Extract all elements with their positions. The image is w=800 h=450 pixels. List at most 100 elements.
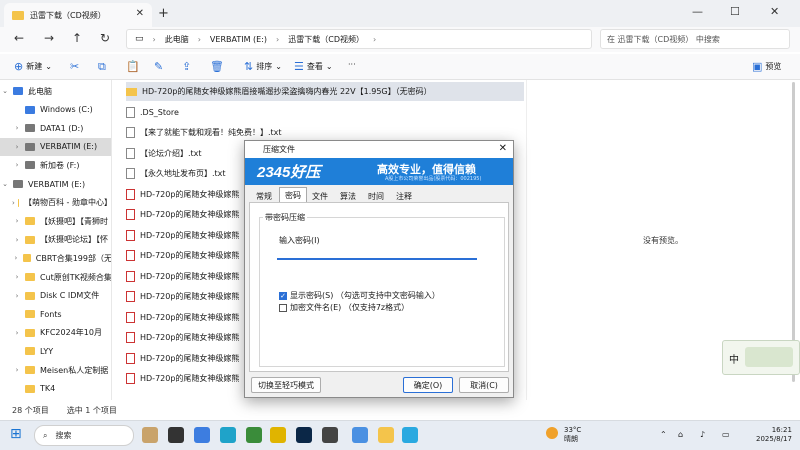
- widget-image: [745, 347, 793, 367]
- breadcrumb-drive[interactable]: VERBATIM (E:): [210, 35, 267, 44]
- sidebar-item[interactable]: › 【妖摄吧】【青狮时: [0, 212, 111, 230]
- simple-mode-button[interactable]: 切换至轻巧模式: [251, 377, 321, 393]
- new-tab-button[interactable]: +: [158, 6, 169, 21]
- item-count: 28 个项目: [12, 405, 49, 415]
- clock[interactable]: 16:21 2025/8/17: [756, 426, 792, 444]
- dialog-tab[interactable]: 密码: [279, 187, 307, 203]
- chevron-icon[interactable]: ›: [12, 329, 22, 337]
- sidebar-item[interactable]: TK4: [0, 380, 111, 398]
- sidebar-item[interactable]: › KFC2024年10月: [0, 324, 111, 342]
- new-button[interactable]: ⊕ 新建 ⌄: [14, 60, 52, 73]
- edge-browser-icon[interactable]: [220, 427, 236, 443]
- sidebar-item[interactable]: ⌄ VERBATIM (E:): [0, 175, 111, 193]
- sidebar-item[interactable]: › CBRT合集199部（无: [0, 249, 111, 267]
- cloud-app-icon[interactable]: [352, 427, 368, 443]
- file-name: HD-720p的尾随女神级嫁熊: [140, 353, 240, 363]
- chevron-icon[interactable]: ›: [12, 366, 22, 374]
- sidebar-item[interactable]: › 【萌物百科 - 勋章中心】: [0, 194, 111, 212]
- show-password-checkbox[interactable]: ✓ 显示密码(S) （勾选可支持中文密码输入）: [279, 290, 440, 301]
- cancel-button[interactable]: 取消(C): [459, 377, 509, 393]
- file-name: 【来了就能下载和观看！纯免费！】.txt: [140, 128, 282, 137]
- share-icon[interactable]: ⇪: [182, 60, 191, 73]
- back-button[interactable]: ←: [14, 31, 24, 45]
- game-app-icon[interactable]: [246, 427, 262, 443]
- sidebar-item[interactable]: › Disk C IDM文件: [0, 287, 111, 305]
- refresh-button[interactable]: ↻: [100, 31, 110, 45]
- up-button[interactable]: ↑: [72, 31, 82, 45]
- search-placeholder: 在 迅雷下载（CD视频） 中搜索: [607, 34, 720, 44]
- sidebar-item[interactable]: › DATA1 (D:): [0, 119, 111, 137]
- chevron-icon[interactable]: ›: [12, 199, 15, 207]
- chevron-icon[interactable]: ›: [12, 143, 22, 151]
- tab-current-folder[interactable]: 迅雷下载（CD视频） ✕: [4, 3, 152, 27]
- folder-icon: [25, 273, 35, 281]
- chevron-icon[interactable]: ›: [12, 254, 20, 262]
- copy-icon[interactable]: ⧉: [98, 60, 106, 74]
- maximize-button[interactable]: ☐: [730, 5, 740, 18]
- folder-app-icon[interactable]: [378, 427, 394, 443]
- breadcrumb-this-pc[interactable]: 此电脑: [165, 34, 189, 45]
- chevron-icon[interactable]: ⌄: [0, 87, 10, 95]
- sort-button[interactable]: ⇅ 排序 ⌄: [244, 60, 282, 73]
- chevron-icon[interactable]: ›: [12, 217, 22, 225]
- bird-app-icon[interactable]: [194, 427, 210, 443]
- chevron-icon[interactable]: ›: [12, 273, 22, 281]
- chrome-browser-icon[interactable]: [270, 427, 286, 443]
- rename-icon[interactable]: ✎: [154, 60, 163, 73]
- game-app-icon[interactable]: [142, 427, 158, 443]
- sidebar-item[interactable]: › Meisen私人定制据: [0, 361, 111, 379]
- search-input[interactable]: 在 迅雷下载（CD视频） 中搜索: [600, 29, 790, 49]
- terminal-app-icon[interactable]: [168, 427, 184, 443]
- sidebar-item[interactable]: › Cut原创TK视频合集: [0, 268, 111, 286]
- sidebar-item[interactable]: Fonts: [0, 305, 111, 323]
- preview-button[interactable]: ▣ 预览: [752, 60, 781, 73]
- more-options-button[interactable]: ···: [348, 60, 356, 69]
- sidebar-item-label: VERBATIM (E:): [28, 179, 86, 189]
- view-button[interactable]: ☰ 查看 ⌄: [294, 60, 333, 73]
- tab-close-icon[interactable]: ✕: [136, 8, 144, 19]
- dialog-close-icon[interactable]: ✕: [499, 143, 507, 154]
- cut-icon[interactable]: ✂: [70, 60, 79, 73]
- ok-button[interactable]: 确定(O): [403, 377, 453, 393]
- password-input[interactable]: [277, 246, 477, 260]
- address-bar[interactable]: ▭ › 此电脑 › VERBATIM (E:) › 迅雷下载（CD视频） ›: [126, 29, 592, 49]
- volume-icon[interactable]: ♪: [700, 430, 705, 439]
- breadcrumb-folder[interactable]: 迅雷下载（CD视频）: [288, 34, 364, 45]
- folder-icon: [126, 87, 137, 96]
- plus-icon: ⊕: [14, 60, 24, 73]
- tray-chevron-icon[interactable]: ⌃: [660, 430, 667, 439]
- sidebar-item[interactable]: ⌄ 此电脑: [0, 82, 111, 100]
- sidebar-item[interactable]: LYY: [0, 342, 111, 360]
- scrollbar[interactable]: [792, 82, 795, 382]
- chevron-icon[interactable]: ›: [12, 236, 22, 244]
- file-row[interactable]: .DS_Store: [126, 103, 524, 122]
- floating-input-widget[interactable]: 中: [722, 340, 800, 375]
- chevron-icon[interactable]: ›: [12, 124, 22, 132]
- file-row[interactable]: HD-720p的尾随女神级嫁熊眉接嘴遛抄梁盗擒嗨内春光 22V【1.95G】（无…: [126, 82, 524, 101]
- encrypt-filenames-checkbox[interactable]: 加密文件名(E) （仅支持7z格式）: [279, 302, 409, 313]
- chevron-icon[interactable]: ›: [12, 292, 22, 300]
- sidebar-item-label: 此电脑: [28, 86, 52, 96]
- chevron-icon[interactable]: ⌄: [0, 180, 10, 188]
- photoshop-app-icon[interactable]: [296, 427, 312, 443]
- minimize-button[interactable]: —: [692, 5, 703, 18]
- sidebar-item[interactable]: › 【妖摄吧论坛】【怀: [0, 231, 111, 249]
- paste-icon[interactable]: 📋: [126, 60, 140, 73]
- delete-icon[interactable]: 🗑: [210, 60, 224, 73]
- qq-app-icon[interactable]: [402, 427, 418, 443]
- close-window-button[interactable]: ✕: [770, 5, 779, 18]
- file-name: HD-720p的尾随女神级嫁熊: [140, 271, 240, 281]
- windows-start-icon[interactable]: ⊞: [10, 426, 22, 442]
- chevron-icon[interactable]: ›: [12, 161, 22, 169]
- sidebar-item[interactable]: Windows (C:): [0, 101, 111, 119]
- sidebar-item[interactable]: › VERBATIM (E:): [0, 137, 111, 156]
- dialog-title: 压缩文件: [263, 145, 295, 154]
- audio-app-icon[interactable]: [322, 427, 338, 443]
- network-icon[interactable]: ⌂: [678, 430, 683, 439]
- sidebar-item[interactable]: › 新加卷 (F:): [0, 156, 111, 174]
- weather-widget[interactable]: 33°C 晴朗: [546, 426, 581, 444]
- taskbar-search[interactable]: ⌕ 搜索: [34, 425, 134, 446]
- file-name: 【永久地址发布页】.txt: [140, 169, 226, 178]
- battery-icon[interactable]: ▭: [722, 430, 730, 439]
- forward-button[interactable]: →: [44, 31, 54, 45]
